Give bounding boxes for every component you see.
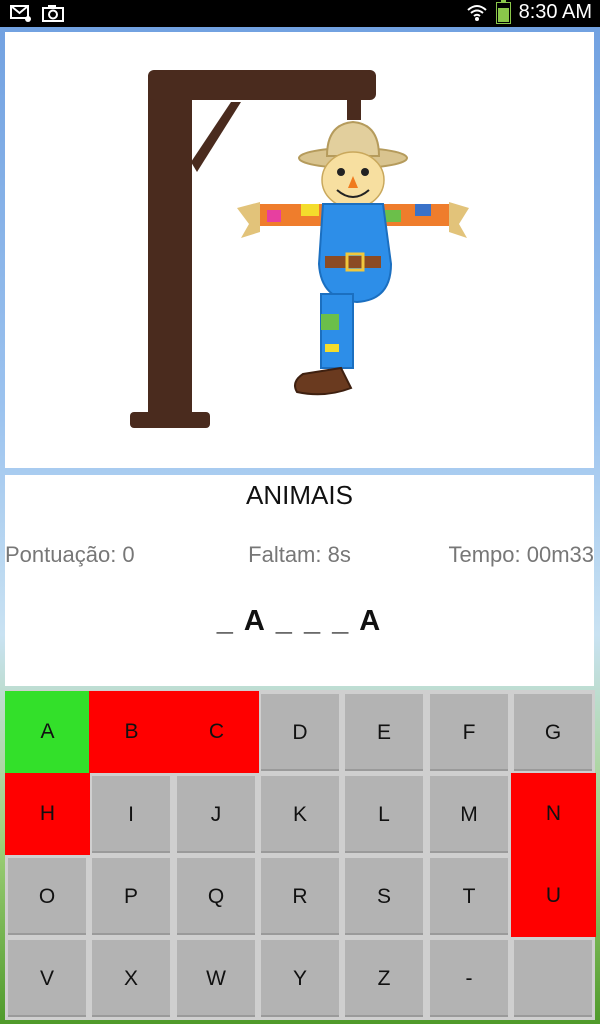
key-i[interactable]: I — [92, 776, 170, 853]
scarecrow-icon — [237, 120, 469, 396]
status-left-icons — [10, 3, 64, 23]
key-x[interactable]: X — [92, 940, 170, 1017]
battery-icon — [495, 0, 511, 24]
camera-icon — [42, 3, 64, 23]
key-k[interactable]: K — [261, 776, 339, 853]
status-right: 8:30 AM — [466, 0, 592, 24]
key-o[interactable]: O — [8, 858, 86, 935]
elapsed-time-text: Tempo: 00m33 — [448, 542, 594, 567]
wifi-icon — [466, 3, 488, 23]
word-display: _ A _ _ _ A — [216, 605, 383, 637]
key-p[interactable]: P — [92, 858, 170, 935]
key-c[interactable]: C — [174, 691, 259, 773]
key-q[interactable]: Q — [177, 858, 255, 935]
key-j[interactable]: J — [177, 776, 255, 853]
key-g[interactable]: G — [514, 694, 592, 771]
key-w[interactable]: W — [177, 940, 255, 1017]
key-hyphen[interactable]: - — [430, 940, 508, 1017]
key-e[interactable]: E — [345, 694, 423, 771]
key-l[interactable]: L — [345, 776, 423, 853]
key-r[interactable]: R — [261, 858, 339, 935]
letter-keyboard: ABCDEFG HIJKLMN OPQRSTU VXWYZ- — [5, 690, 596, 1020]
key-v[interactable]: V — [8, 940, 86, 1017]
key-n[interactable]: N — [511, 773, 596, 855]
key-z[interactable]: Z — [345, 940, 423, 1017]
key-s[interactable]: S — [345, 858, 423, 935]
key-d[interactable]: D — [261, 694, 339, 771]
key-t[interactable]: T — [430, 858, 508, 935]
key-a[interactable]: A — [5, 691, 90, 773]
key-u[interactable]: U — [511, 855, 596, 937]
hangman-drawing — [130, 70, 469, 428]
key-blank[interactable] — [514, 940, 592, 1017]
key-y[interactable]: Y — [261, 940, 339, 1017]
key-m[interactable]: M — [430, 776, 508, 853]
key-b[interactable]: B — [89, 691, 174, 773]
mail-icon — [10, 3, 32, 23]
game-info-panel: ANIMAIS Pontuação: 0 Faltam: 8s Tempo: 0… — [5, 475, 594, 686]
status-bar: 8:30 AM — [0, 0, 600, 27]
status-time: 8:30 AM — [518, 1, 592, 23]
key-h[interactable]: H — [5, 773, 90, 855]
category-label: ANIMAIS — [246, 480, 353, 510]
hangman-image-panel — [5, 32, 594, 468]
key-f[interactable]: F — [430, 694, 508, 771]
